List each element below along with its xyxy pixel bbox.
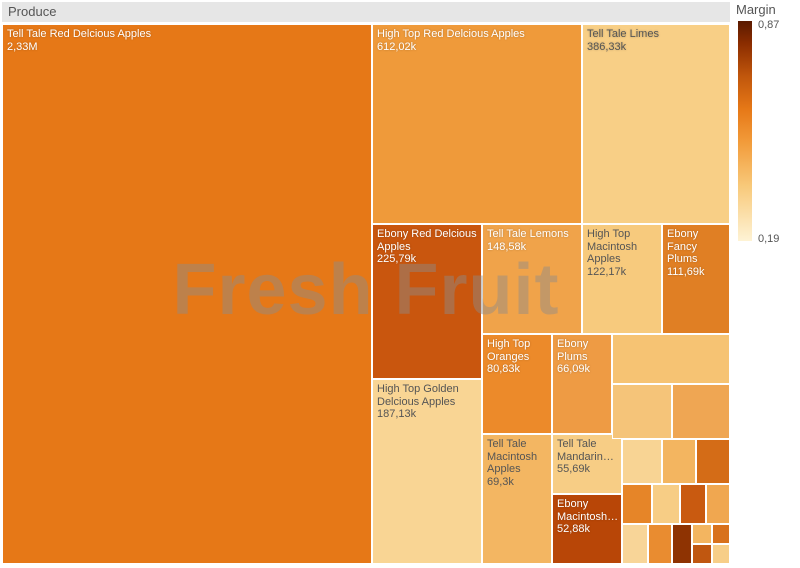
cell-name: High Top Oranges <box>487 338 530 363</box>
treemap-cell[interactable] <box>672 524 692 564</box>
color-legend: Margin 0,87 0,19 <box>736 2 796 562</box>
chart-title: Produce <box>8 4 56 19</box>
cell-value: 55,69k <box>557 463 617 476</box>
legend-title: Margin <box>736 2 796 17</box>
cell-value: 122,17k <box>587 266 657 279</box>
treemap-cell[interactable]: Tell Tale Mandarin… 55,69k <box>552 434 622 494</box>
legend-max-label: 0,87 <box>758 19 779 31</box>
cell-value: 66,09k <box>557 363 607 376</box>
treemap-cell[interactable] <box>692 544 712 564</box>
treemap-cell[interactable] <box>612 384 672 439</box>
cell-value: 386,33k <box>587 41 725 54</box>
cell-value: 2,33M <box>7 41 367 54</box>
treemap-cell[interactable] <box>622 524 648 564</box>
chart-header: Produce <box>2 2 730 22</box>
cell-value: 111,69k <box>667 266 725 279</box>
cell-name: Tell Tale Lemons <box>487 228 569 240</box>
cell-name: High Top Macintosh Apples <box>587 228 637 265</box>
treemap-cell[interactable]: Ebony Plums 66,09k <box>552 334 612 434</box>
chart-frame: Produce Tell Tale Red Delcious Apples 2,… <box>0 0 800 568</box>
treemap-cell[interactable] <box>672 384 730 439</box>
cell-name: Ebony Macintosh… <box>557 498 618 523</box>
treemap-cell[interactable]: Ebony Macintosh… 52,88k <box>552 494 622 564</box>
cell-name: Ebony Plums <box>557 338 588 363</box>
treemap-cell[interactable] <box>706 484 730 524</box>
treemap-cell[interactable] <box>712 544 730 564</box>
treemap-cell[interactable] <box>712 524 730 544</box>
treemap-cell[interactable]: Tell Tale Limes 386,33k <box>582 24 730 224</box>
cell-name: Ebony Red Delcious Apples <box>377 228 477 253</box>
cell-value: 69,3k <box>487 476 547 489</box>
treemap-cell[interactable] <box>696 439 730 484</box>
legend-min-label: 0,19 <box>758 233 779 245</box>
cell-value: 52,88k <box>557 523 617 536</box>
treemap-cell[interactable]: Ebony Red Delcious Apples 225,79k <box>372 224 482 379</box>
treemap-cell[interactable] <box>622 439 662 484</box>
treemap-cell[interactable]: Tell Tale Macintosh Apples 69,3k <box>482 434 552 564</box>
treemap-cell[interactable] <box>652 484 680 524</box>
cell-value: 148,58k <box>487 241 577 254</box>
treemap-cell[interactable]: High Top Red Delcious Apples 612,02k <box>372 24 582 224</box>
cell-name: High Top Golden Delcious Apples <box>377 383 459 408</box>
cell-value: 187,13k <box>377 408 477 421</box>
cell-value: 612,02k <box>377 41 577 54</box>
treemap-cell[interactable] <box>692 524 712 544</box>
cell-value: 80,83k <box>487 363 547 376</box>
treemap-cell[interactable] <box>680 484 706 524</box>
cell-name: High Top Red Delcious Apples <box>377 28 525 40</box>
treemap-cell[interactable]: High Top Golden Delcious Apples 187,13k <box>372 379 482 564</box>
cell-name: Tell Tale Macintosh Apples <box>487 438 537 475</box>
treemap-plot: Tell Tale Red Delcious Apples 2,33M High… <box>2 24 730 564</box>
treemap-cell[interactable]: Tell Tale Red Delcious Apples 2,33M <box>2 24 372 564</box>
treemap-cell[interactable]: Tell Tale Lemons 148,58k <box>482 224 582 334</box>
treemap-cell[interactable] <box>648 524 672 564</box>
treemap-cell[interactable] <box>662 439 696 484</box>
cell-value: 225,79k <box>377 253 477 266</box>
legend-gradient: 0,87 0,19 <box>738 21 752 241</box>
treemap-cell[interactable]: Ebony Fancy Plums 111,69k <box>662 224 730 334</box>
cell-name: Ebony Fancy Plums <box>667 228 698 265</box>
cell-name: Tell Tale Limes <box>587 28 659 40</box>
cell-name: Tell Tale Mandarin… <box>557 438 614 463</box>
treemap-cell[interactable] <box>612 334 730 384</box>
treemap-cell[interactable] <box>622 484 652 524</box>
treemap-cell[interactable]: High Top Oranges 80,83k <box>482 334 552 434</box>
treemap-cell[interactable]: High Top Macintosh Apples 122,17k <box>582 224 662 334</box>
cell-name: Tell Tale Red Delcious Apples <box>7 28 151 40</box>
